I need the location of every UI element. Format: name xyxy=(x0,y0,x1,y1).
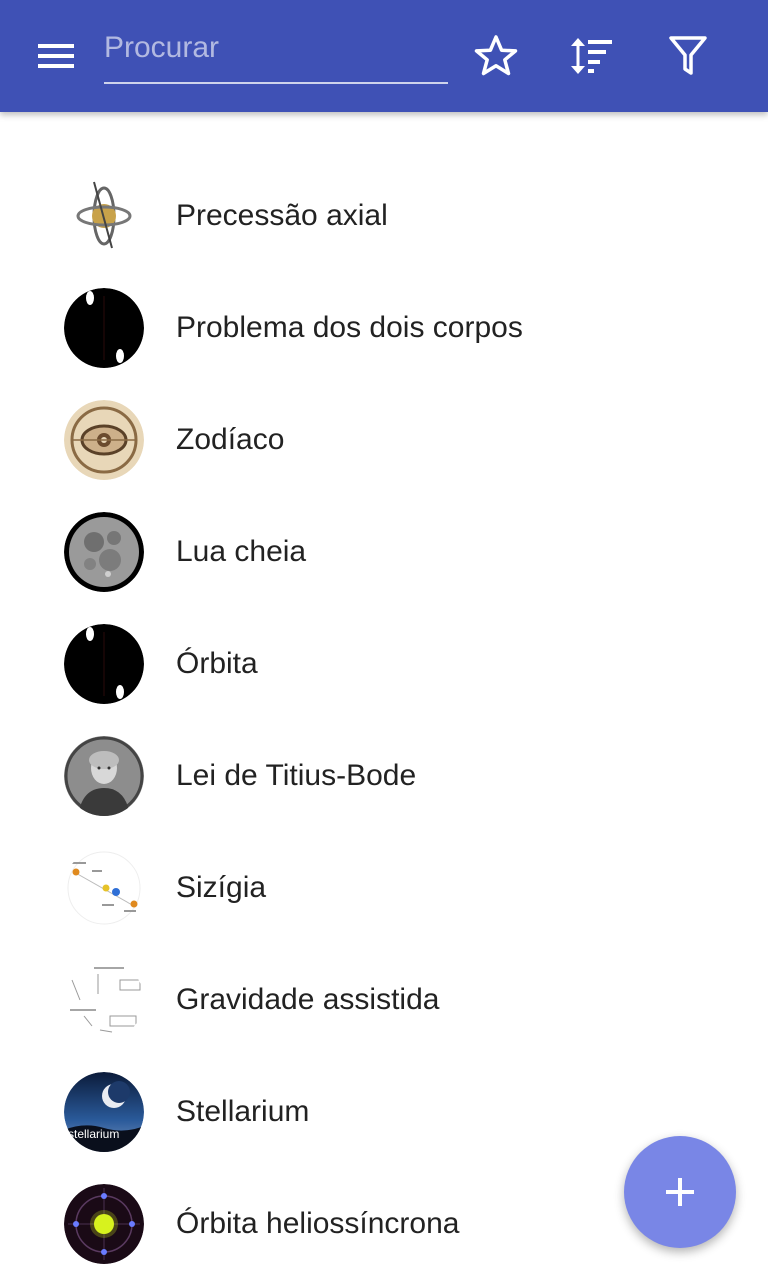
stellarium-thumb: stellarium xyxy=(64,1072,144,1152)
list-item[interactable]: Lua cheia xyxy=(0,496,768,608)
axial-precession-thumb xyxy=(64,176,144,256)
list-item-label: Lei de Titius-Bode xyxy=(176,759,417,792)
sun-synchronous-orbit-thumb xyxy=(64,1184,144,1264)
stellarium-thumb-text: stellarium xyxy=(68,1127,119,1141)
filter-icon xyxy=(669,36,707,75)
two-body-thumb xyxy=(64,288,144,368)
list-item[interactable]: Zodíaco xyxy=(0,384,768,496)
add-button[interactable] xyxy=(624,1136,736,1248)
sort-icon xyxy=(571,38,612,74)
orbit-thumb xyxy=(64,624,144,704)
portrait-thumb xyxy=(64,736,144,816)
list-item[interactable]: Precessão axial xyxy=(0,160,768,272)
gravity-assist-diagram-thumb xyxy=(64,960,144,1040)
list-item[interactable]: Problema dos dois corpos xyxy=(0,272,768,384)
list-item-label: Órbita heliossíncrona xyxy=(176,1207,460,1240)
plus-icon xyxy=(666,1178,694,1206)
sort-button[interactable] xyxy=(560,24,624,88)
search-field xyxy=(104,22,448,84)
list-item[interactable]: Lei de Titius-Bode xyxy=(0,720,768,832)
star-outline-icon xyxy=(474,35,518,76)
list-item-label: Sizígia xyxy=(176,871,267,904)
list-item-label: Zodíaco xyxy=(176,423,285,456)
article-list: Precessão axial Problema dos dois corpos xyxy=(0,160,768,1280)
filter-button[interactable] xyxy=(656,24,720,88)
zodiac-thumb xyxy=(64,400,144,480)
list-item-label: Stellarium xyxy=(176,1095,310,1128)
full-moon-thumb xyxy=(64,512,144,592)
list-item-label: Gravidade assistida xyxy=(176,983,440,1016)
menu-button[interactable] xyxy=(24,24,88,88)
search-input[interactable] xyxy=(104,22,448,74)
list-item-label: Lua cheia xyxy=(176,535,307,568)
menu-icon xyxy=(38,44,74,68)
list-item-label: Órbita xyxy=(176,647,258,680)
list-item[interactable]: Gravidade assistida xyxy=(0,944,768,1056)
list-item[interactable]: Órbita xyxy=(0,608,768,720)
list-item[interactable]: Sizígia xyxy=(0,832,768,944)
favorites-button[interactable] xyxy=(464,24,528,88)
app-bar xyxy=(0,0,768,112)
syzygy-diagram-thumb xyxy=(64,848,144,928)
list-item-label: Precessão axial xyxy=(176,199,388,232)
list-item-label: Problema dos dois corpos xyxy=(176,311,523,344)
